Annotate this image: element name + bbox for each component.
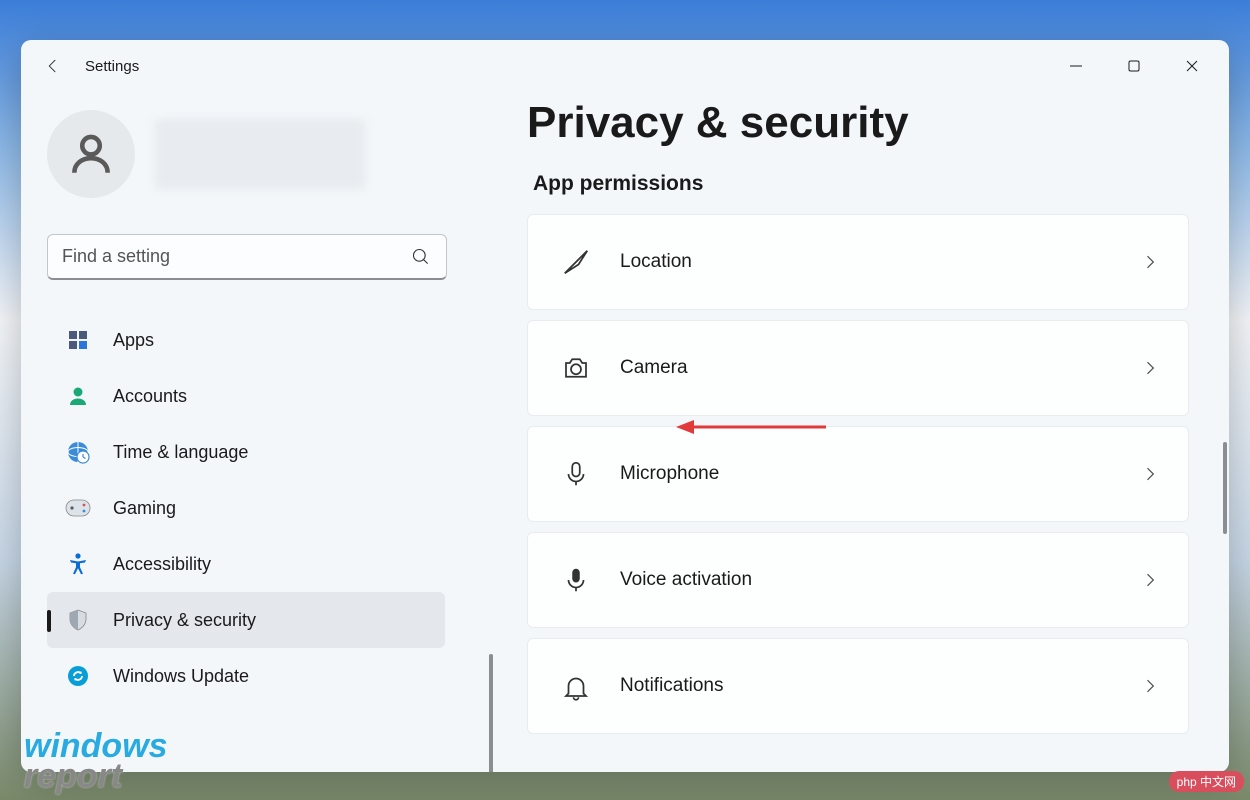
card-label: Notifications — [620, 675, 724, 697]
microphone-icon — [556, 459, 596, 489]
profile[interactable] — [47, 110, 483, 198]
sidebar-item-label: Privacy & security — [113, 610, 256, 631]
location-icon — [556, 247, 596, 277]
card-camera[interactable]: Camera — [527, 320, 1189, 416]
maximize-button[interactable] — [1105, 46, 1163, 86]
accounts-icon — [65, 383, 91, 409]
sidebar-item-gaming[interactable]: Gaming — [47, 480, 445, 536]
sidebar-item-windows-update[interactable]: Windows Update — [47, 648, 445, 704]
sidebar-item-label: Accessibility — [113, 554, 211, 575]
sidebar-item-label: Gaming — [113, 498, 176, 519]
card-label: Camera — [620, 357, 688, 379]
windows-update-icon — [65, 663, 91, 689]
sidebar: Apps Accounts Time & language — [21, 92, 483, 772]
close-button[interactable] — [1163, 46, 1221, 86]
card-label: Microphone — [620, 463, 719, 485]
section-title: App permissions — [527, 172, 1189, 196]
watermark: windows report — [24, 731, 168, 792]
chevron-right-icon — [1140, 358, 1160, 378]
chevron-right-icon — [1140, 464, 1160, 484]
maximize-icon — [1127, 59, 1141, 73]
bell-icon — [556, 671, 596, 701]
window-controls — [1047, 46, 1221, 86]
sidebar-nav: Apps Accounts Time & language — [47, 312, 483, 704]
chevron-right-icon — [1140, 570, 1160, 590]
apps-icon — [65, 327, 91, 353]
card-microphone[interactable]: Microphone — [527, 426, 1189, 522]
sidebar-item-label: Accounts — [113, 386, 187, 407]
window-title: Settings — [85, 58, 139, 75]
accessibility-icon — [65, 551, 91, 577]
minimize-icon — [1069, 59, 1083, 73]
card-location[interactable]: Location — [527, 214, 1189, 310]
arrow-left-icon — [44, 57, 62, 75]
page-title: Privacy & security — [527, 98, 1189, 148]
profile-info-redacted — [155, 119, 365, 189]
gaming-icon — [65, 495, 91, 521]
avatar — [47, 110, 135, 198]
permission-cards: Location Camera Microphone — [527, 214, 1189, 734]
chevron-right-icon — [1140, 252, 1160, 272]
sidebar-item-apps[interactable]: Apps — [47, 312, 445, 368]
card-label: Voice activation — [620, 569, 752, 591]
chevron-right-icon — [1140, 676, 1160, 696]
sidebar-item-label: Windows Update — [113, 666, 249, 687]
back-button[interactable] — [33, 46, 73, 86]
search-wrapper — [47, 234, 447, 280]
sidebar-item-time-language[interactable]: Time & language — [47, 424, 445, 480]
settings-window: Settings — [21, 40, 1229, 772]
card-notifications[interactable]: Notifications — [527, 638, 1189, 734]
sidebar-item-accounts[interactable]: Accounts — [47, 368, 445, 424]
minimize-button[interactable] — [1047, 46, 1105, 86]
main-scrollbar[interactable] — [1223, 442, 1227, 534]
voice-activation-icon — [556, 565, 596, 595]
window-body: Apps Accounts Time & language — [21, 92, 1229, 772]
search-icon — [411, 247, 431, 267]
time-language-icon — [65, 439, 91, 465]
main-content: Privacy & security App permissions Locat… — [483, 92, 1229, 772]
sidebar-item-accessibility[interactable]: Accessibility — [47, 536, 445, 592]
camera-icon — [556, 353, 596, 383]
php-badge: php 中文网 — [1169, 771, 1244, 792]
close-icon — [1185, 59, 1199, 73]
titlebar: Settings — [21, 40, 1229, 92]
search-input[interactable] — [47, 234, 447, 280]
shield-icon — [65, 607, 91, 633]
card-voice-activation[interactable]: Voice activation — [527, 532, 1189, 628]
sidebar-item-label: Time & language — [113, 442, 248, 463]
card-label: Location — [620, 251, 692, 273]
sidebar-item-label: Apps — [113, 330, 154, 351]
sidebar-item-privacy-security[interactable]: Privacy & security — [47, 592, 445, 648]
user-icon — [66, 129, 116, 179]
